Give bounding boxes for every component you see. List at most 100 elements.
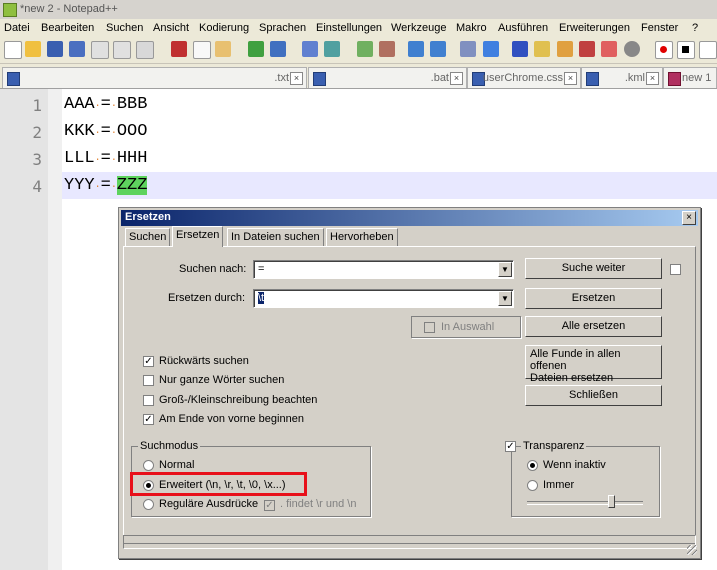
undo-icon[interactable] xyxy=(248,41,264,57)
tab-ersetzen[interactable]: Ersetzen xyxy=(172,226,224,247)
menu-einstellungen[interactable]: Einstellungen xyxy=(316,22,382,34)
file-tab[interactable]: .txt × xyxy=(2,67,307,88)
menu-werkzeuge[interactable]: Werkzeuge xyxy=(391,22,446,34)
sync-v-icon[interactable] xyxy=(408,41,424,57)
code-line[interactable]: LLL·=·HHH xyxy=(64,149,147,168)
whole-word-checkbox[interactable] xyxy=(143,375,154,386)
open-file-icon[interactable] xyxy=(25,41,41,57)
cut-icon[interactable] xyxy=(171,41,187,57)
menu-ausfuehren[interactable]: Ausführen xyxy=(498,22,548,34)
close-button[interactable]: Schließen xyxy=(525,385,662,406)
whole-word-label: Nur ganze Wörter suchen xyxy=(159,374,285,386)
regex-radio[interactable] xyxy=(143,499,154,510)
file-tab[interactable]: .bat × xyxy=(308,67,467,88)
annotation-highlight-box xyxy=(130,472,307,496)
wrap-around-checkbox[interactable]: ✓ xyxy=(143,414,154,425)
menu-bearbeiten[interactable]: Bearbeiten xyxy=(41,22,94,34)
wrap-icon[interactable] xyxy=(460,41,476,57)
code-operator: = xyxy=(100,149,111,168)
code-line[interactable]: YYY·=·ZZZ xyxy=(64,176,148,195)
tab-close-icon[interactable]: × xyxy=(646,72,659,85)
tab-in-dateien-suchen[interactable]: In Dateien suchen xyxy=(227,228,324,246)
tab-hervorheben[interactable]: Hervorheben xyxy=(326,228,398,246)
play-macro-icon[interactable] xyxy=(699,41,717,59)
tab-close-icon[interactable]: × xyxy=(290,72,303,85)
dot-newline-checkbox[interactable]: ✓ xyxy=(264,500,275,511)
normal-radio[interactable] xyxy=(143,460,154,471)
new-file-icon[interactable] xyxy=(4,41,22,59)
menu-bar: Datei Bearbeiten Suchen Ansicht Kodierun… xyxy=(0,19,717,37)
line-number: 1 xyxy=(32,96,42,115)
close-all-icon[interactable] xyxy=(113,41,131,59)
transparency-slider-track[interactable] xyxy=(527,501,643,505)
dropdown-arrow-icon[interactable]: ▼ xyxy=(498,262,512,277)
indent-guide-icon[interactable] xyxy=(512,41,528,57)
redo-icon[interactable] xyxy=(270,41,286,57)
tab-close-icon[interactable]: × xyxy=(450,72,463,85)
menu-help[interactable]: ? xyxy=(692,22,698,34)
notepad-app-icon xyxy=(3,3,17,17)
code-text: HHH xyxy=(116,149,148,168)
file-tab[interactable]: new 1 xyxy=(663,67,717,88)
replace-button[interactable]: Ersetzen xyxy=(525,288,662,309)
menu-fenster[interactable]: Fenster xyxy=(641,22,678,34)
replace-combobox[interactable]: \t ▼ xyxy=(253,289,514,308)
dropdown-arrow-icon[interactable]: ▼ xyxy=(498,291,512,306)
code-line[interactable]: AAA·=·BBB xyxy=(64,95,147,114)
stop-macro-icon[interactable] xyxy=(677,41,695,59)
sync-h-icon[interactable] xyxy=(430,41,446,57)
monitor-icon[interactable] xyxy=(624,41,640,57)
folder-workspace-icon[interactable] xyxy=(601,41,617,57)
file-save-icon xyxy=(7,72,20,86)
menu-suchen[interactable]: Suchen xyxy=(106,22,143,34)
find-icon[interactable] xyxy=(302,41,318,57)
find-label: Suchen nach: xyxy=(179,263,247,275)
find-combobox[interactable]: = ▼ xyxy=(253,260,514,279)
replace-all-button[interactable]: Alle ersetzen xyxy=(525,316,662,337)
show-all-chars-icon[interactable] xyxy=(483,41,499,57)
copy-icon[interactable] xyxy=(193,41,211,59)
paste-icon[interactable] xyxy=(215,41,231,57)
doc-map-icon[interactable] xyxy=(557,41,573,57)
in-selection-label: In Auswahl xyxy=(441,321,495,333)
dialog-close-icon[interactable]: × xyxy=(682,211,696,225)
transparency-slider-thumb[interactable] xyxy=(608,495,615,508)
save-all-icon[interactable] xyxy=(69,41,85,57)
when-inactive-radio[interactable] xyxy=(527,460,538,471)
tab-close-icon[interactable]: × xyxy=(564,72,577,85)
transparency-checkbox[interactable]: ✓ xyxy=(505,441,516,452)
menu-sprachen[interactable]: Sprachen xyxy=(259,22,306,34)
file-tab[interactable]: .kml × xyxy=(581,67,663,88)
menu-erweiterungen[interactable]: Erweiterungen xyxy=(559,22,630,34)
wrap-around-label: Am Ende von vorne beginnen xyxy=(159,413,304,425)
close-file-icon[interactable] xyxy=(91,41,109,59)
file-tab[interactable]: userChrome.css × xyxy=(467,67,581,88)
button-line: Alle Funde in allen offenen xyxy=(530,348,621,372)
menu-kodierung[interactable]: Kodierung xyxy=(199,22,249,34)
udl-icon[interactable] xyxy=(534,41,550,57)
code-line[interactable]: KKK·=·OOO xyxy=(64,122,147,141)
menu-datei[interactable]: Datei xyxy=(4,22,30,34)
print-icon[interactable] xyxy=(136,41,154,59)
zoom-in-icon[interactable] xyxy=(357,41,373,57)
always-radio[interactable] xyxy=(527,480,538,491)
dialog-title-bar[interactable]: Ersetzen × xyxy=(121,210,698,226)
menu-ansicht[interactable]: Ansicht xyxy=(153,22,189,34)
menu-makro[interactable]: Makro xyxy=(456,22,487,34)
save-icon[interactable] xyxy=(47,41,63,57)
find-next-option-checkbox[interactable] xyxy=(670,264,681,275)
resize-grip-icon[interactable] xyxy=(687,545,697,555)
in-selection-checkbox[interactable] xyxy=(424,322,435,333)
function-list-icon[interactable] xyxy=(579,41,595,57)
replace-all-open-docs-button[interactable]: Alle Funde in allen offenen Dateien erse… xyxy=(525,345,662,384)
line-number: 2 xyxy=(32,123,42,142)
zoom-out-icon[interactable] xyxy=(379,41,395,57)
record-macro-icon[interactable] xyxy=(655,41,673,59)
find-next-button[interactable]: Suche weiter xyxy=(525,258,662,279)
tab-suchen[interactable]: Suchen xyxy=(125,228,171,246)
title-bar: *new 2 - Notepad++ xyxy=(0,0,717,20)
code-text: OOO xyxy=(116,122,148,141)
match-case-checkbox[interactable] xyxy=(143,395,154,406)
backward-checkbox[interactable]: ✓ xyxy=(143,356,154,367)
replace-icon[interactable] xyxy=(324,41,340,57)
